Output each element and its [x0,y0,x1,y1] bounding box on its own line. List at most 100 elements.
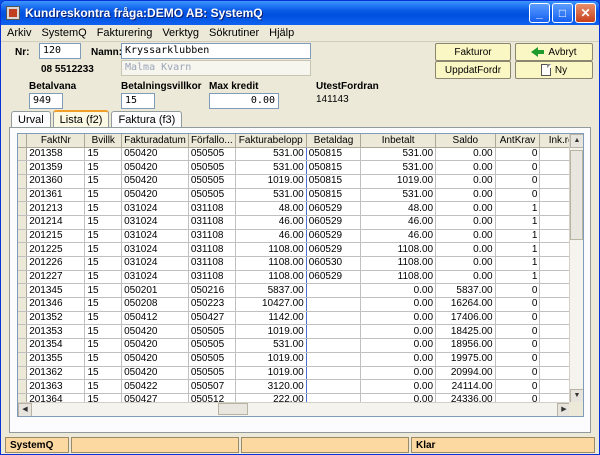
namn-field[interactable]: Kryssarklubben [121,43,311,59]
table-cell[interactable]: 0 [495,311,541,326]
table-cell[interactable]: 18425.00 [435,324,496,340]
table-cell[interactable]: 050507 [188,379,236,394]
table-cell[interactable]: 201227 [26,270,86,285]
table-cell[interactable]: 18956.00 [435,338,496,353]
table-cell[interactable]: 24114.00 [435,379,496,394]
table-cell[interactable] [306,352,362,367]
table-cell[interactable]: 201346 [26,297,86,312]
row-header[interactable] [18,270,28,285]
table-cell[interactable]: 0 [495,379,541,394]
table-cell[interactable]: 050505 [188,147,236,162]
table-cell[interactable]: 15 [84,242,123,257]
table-row[interactable]: 201354 15 050420 050505 531.00 0.00 18956.00 0 [18,338,583,353]
table-cell[interactable]: 15 [84,147,123,162]
table-row[interactable]: 201352 15 050412 050427 1142.00 0.00 17406.00 0 [18,311,583,326]
table-cell[interactable]: 050216 [188,283,236,299]
row-header[interactable] [18,174,28,189]
col-header-fakturadatum[interactable]: Fakturadatum [121,134,189,148]
table-cell[interactable]: 060529 [306,201,362,216]
ny-button[interactable]: Ny [515,61,593,79]
table-cell[interactable]: 5837.00 [435,283,496,299]
table-cell[interactable]: 1108.00 [235,242,307,257]
table-cell[interactable]: 0 [495,352,541,367]
table-cell[interactable]: 050815 [306,160,362,175]
table-row[interactable]: 201361 15 050420 050505 531.00 050815 531.00 0.… [18,188,583,203]
table-cell[interactable]: 0.00 [435,147,496,162]
row-header[interactable] [18,352,28,367]
table-cell[interactable]: 46.00 [360,215,437,230]
table-cell[interactable]: 5837.00 [235,283,307,299]
table-cell[interactable]: 15 [84,201,123,216]
table-cell[interactable]: 201358 [26,147,86,162]
table-cell[interactable]: 050505 [188,160,236,175]
table-cell[interactable] [306,324,362,340]
table-cell[interactable]: 0.00 [435,215,496,230]
horizontal-scrollbar[interactable]: ◀ ▶ [18,402,571,416]
table-cell[interactable]: 0 [495,174,541,189]
row-header[interactable] [18,283,28,299]
row-header[interactable] [18,366,28,381]
table-cell[interactable]: 0.00 [360,297,437,312]
table-cell[interactable]: 0 [495,338,541,353]
table-cell[interactable]: 15 [84,160,123,175]
table-cell[interactable]: 46.00 [360,229,437,244]
table-cell[interactable]: 050420 [121,366,189,381]
row-header[interactable] [18,379,28,394]
table-row[interactable]: 201359 15 050420 050505 531.00 050815 531.00 0.… [18,160,583,175]
betalningsvillkor-field[interactable]: 15 [121,93,155,109]
table-cell[interactable]: 531.00 [360,188,437,203]
table-cell[interactable]: 15 [84,366,123,381]
table-cell[interactable]: 15 [84,188,123,203]
row-header[interactable] [18,147,28,162]
table-cell[interactable]: 15 [84,270,123,285]
minimize-button[interactable]: _ [529,3,550,23]
table-cell[interactable]: 031024 [121,229,189,244]
col-header-saldo[interactable]: Saldo [435,134,496,148]
table-row[interactable]: 201226 15 031024 031108 1108.00 060530 1108.00… [18,256,583,271]
row-header[interactable] [18,311,28,326]
table-cell[interactable] [306,338,362,353]
table-cell[interactable]: 0.00 [435,270,496,285]
table-cell[interactable]: 050815 [306,147,362,162]
horizontal-scroll-thumb[interactable] [218,403,248,415]
table-cell[interactable]: 0.00 [435,242,496,257]
table-cell[interactable] [306,311,362,326]
table-cell[interactable]: 1019.00 [235,366,307,381]
row-header[interactable] [18,201,28,216]
table-cell[interactable]: 531.00 [360,147,437,162]
table-cell[interactable]: 031108 [188,201,236,216]
nr-field[interactable]: 120 [39,43,81,59]
table-cell[interactable]: 050422 [121,379,189,394]
scroll-up-icon[interactable]: ▲ [570,134,583,148]
table-row[interactable]: 201214 15 031024 031108 46.00 060529 46.00 0.00… [18,215,583,230]
table-cell[interactable]: 201359 [26,160,86,175]
row-header[interactable] [18,338,28,353]
table-cell[interactable]: 050505 [188,366,236,381]
table-cell[interactable]: 0 [495,188,541,203]
table-cell[interactable] [306,366,362,381]
menu-hjalp[interactable]: Hjälp [264,27,299,39]
table-cell[interactable]: 031108 [188,215,236,230]
menu-sokrutiner[interactable]: Sökrutiner [204,27,264,39]
col-header-bvillk[interactable]: Bvillk [84,134,123,148]
table-cell[interactable]: 050420 [121,174,189,189]
table-row[interactable]: 201363 15 050422 050507 3120.00 0.00 24114.00 0 [18,379,583,394]
row-header[interactable] [18,229,28,244]
table-cell[interactable]: 050420 [121,147,189,162]
table-cell[interactable]: 201354 [26,338,86,353]
table-row[interactable]: 201215 15 031024 031108 46.00 060529 46.00 0.00… [18,229,583,244]
table-cell[interactable]: 0.00 [435,188,496,203]
table-row[interactable]: 201355 15 050420 050505 1019.00 0.00 19975.00 0 [18,352,583,367]
uppdatfordr-button[interactable]: UppdatFordr [435,61,511,79]
table-cell[interactable]: 1019.00 [235,324,307,340]
table-cell[interactable]: 46.00 [235,229,307,244]
table-cell[interactable]: 48.00 [235,201,307,216]
table-cell[interactable]: 15 [84,174,123,189]
table-cell[interactable]: 050208 [121,297,189,312]
col-header-inbetalt[interactable]: Inbetalt [360,134,437,148]
table-row[interactable]: 201225 15 031024 031108 1108.00 060529 1108.00… [18,242,583,257]
table-cell[interactable]: 1 [495,229,541,244]
row-header[interactable] [18,256,28,271]
table-cell[interactable]: 1019.00 [235,174,307,189]
row-header[interactable] [18,160,28,175]
